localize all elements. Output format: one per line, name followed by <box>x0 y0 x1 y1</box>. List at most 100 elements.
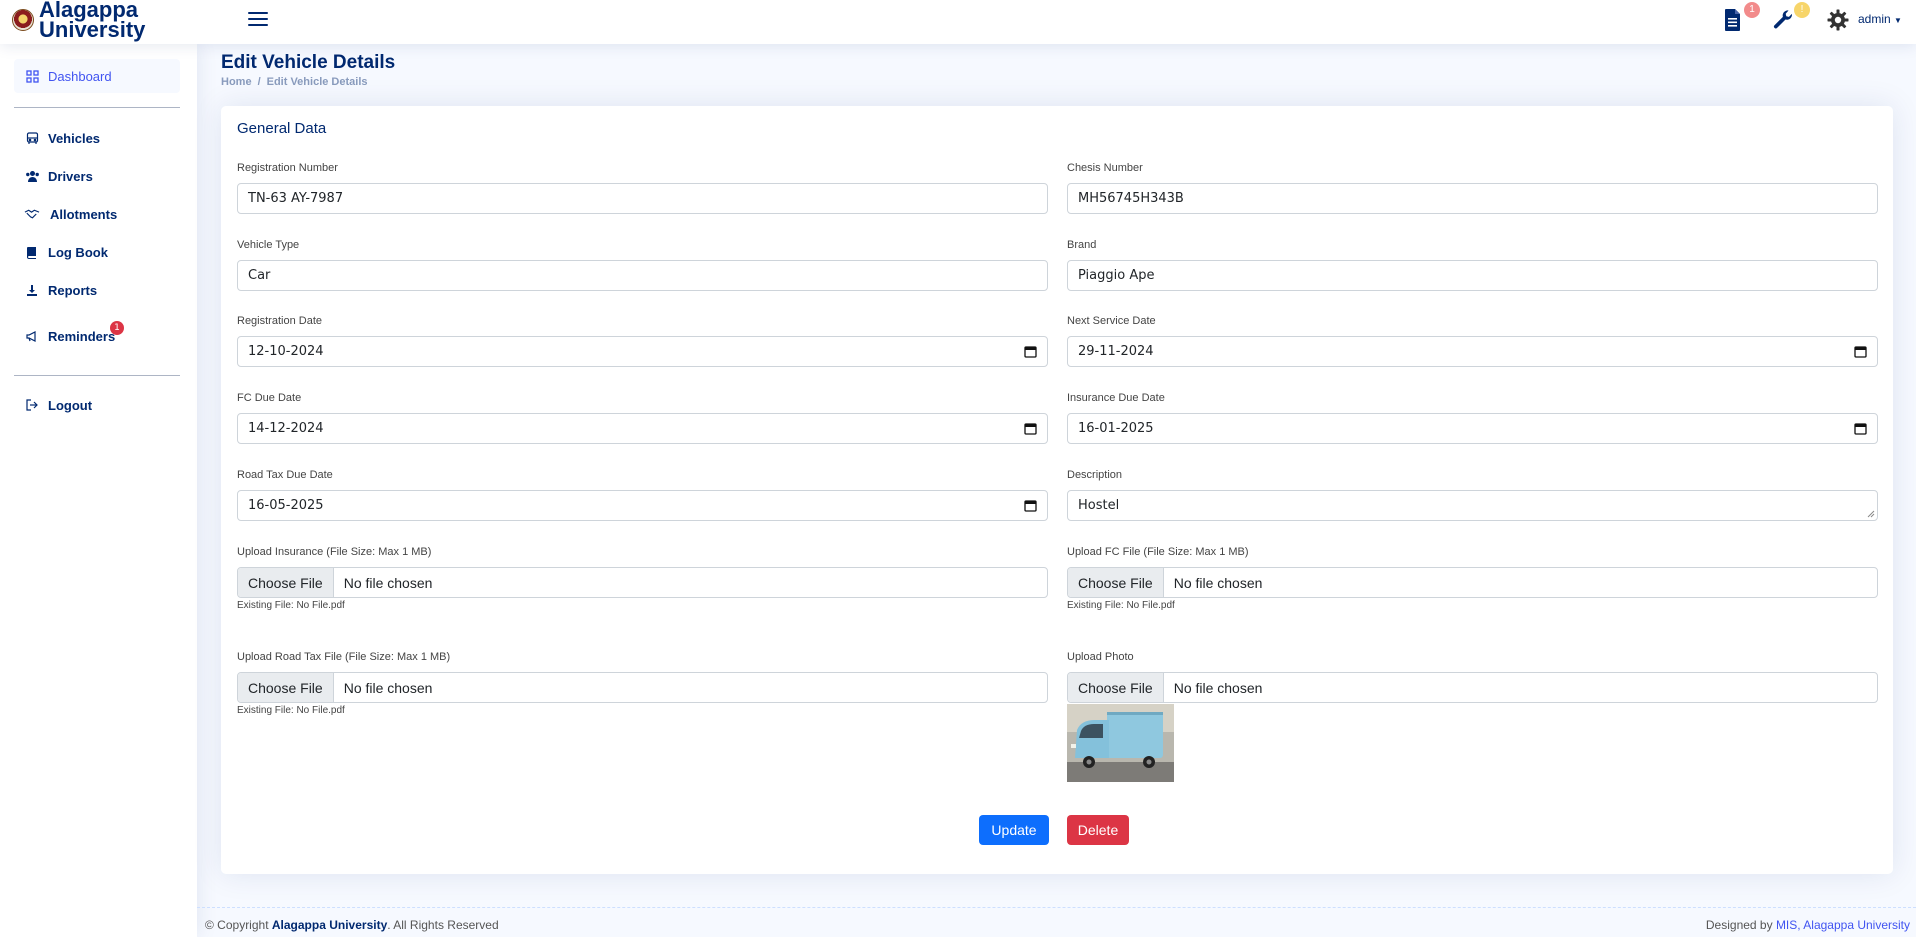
sidebar-divider <box>14 107 180 108</box>
fc-due-date-input[interactable]: 14-12-2024 <box>237 413 1048 444</box>
logout-icon <box>24 399 40 411</box>
sidebar-divider <box>14 375 180 376</box>
vehicle-form-card: General Data Registration Number TN-63 A… <box>221 106 1893 874</box>
upload-photo-file-input[interactable]: Choose File No file chosen <box>1067 672 1878 703</box>
insurance-due-date-value: 16-01-2025 <box>1078 421 1154 436</box>
calendar-icon[interactable] <box>1024 422 1037 435</box>
gear-icon <box>1827 9 1849 31</box>
registration-date-label: Registration Date <box>237 315 322 327</box>
road-tax-due-date-value: 16-05-2025 <box>248 498 324 513</box>
upload-insurance-file-input[interactable]: Choose File No file chosen <box>237 567 1048 598</box>
upload-road-tax-label: Upload Road Tax File (File Size: Max 1 M… <box>237 651 451 663</box>
resize-grip-icon[interactable] <box>1867 510 1875 518</box>
existing-fc-file: Existing File: No File.pdf <box>1067 600 1175 611</box>
insurance-due-date-label: Insurance Due Date <box>1067 392 1165 404</box>
fc-due-date-value: 14-12-2024 <box>248 421 324 436</box>
sidebar-item-label: Log Book <box>48 244 108 260</box>
user-menu-toggle[interactable]: admin ▼ <box>1858 12 1902 26</box>
people-icon <box>24 170 40 183</box>
megaphone-icon <box>24 330 40 343</box>
sidebar-item-logout[interactable]: Logout <box>14 388 180 422</box>
no-file-chosen-text: No file chosen <box>343 574 433 591</box>
designed-by-prefix: Designed by <box>1705 918 1776 932</box>
description-value: Hostel <box>1078 498 1120 513</box>
top-header: Alagappa University 1 ! admin ▼ <box>0 0 1916 44</box>
sidebar-item-reminders[interactable]: Reminders <box>14 319 180 353</box>
hamburger-menu-icon[interactable] <box>246 8 270 30</box>
download-icon <box>24 284 40 297</box>
upload-road-tax-file-input[interactable]: Choose File No file chosen <box>237 672 1048 703</box>
no-file-chosen-text: No file chosen <box>1173 679 1263 696</box>
sidebar-item-label: Reports <box>48 282 98 298</box>
upload-insurance-label: Upload Insurance (File Size: Max 1 MB) <box>237 546 432 558</box>
book-icon <box>24 246 40 259</box>
registration-date-value: 12-10-2024 <box>248 344 324 359</box>
breadcrumb: Home / Edit Vehicle Details <box>221 76 368 88</box>
delete-button[interactable]: Delete <box>1067 815 1129 845</box>
settings-button[interactable] <box>1826 8 1852 34</box>
copyright-org: Alagappa University <box>271 918 388 932</box>
vehicle-type-value: Car <box>248 268 271 283</box>
update-button[interactable]: Update <box>979 815 1049 845</box>
tools-alert-badge: ! <box>1794 2 1810 18</box>
chesis-number-input[interactable]: MH56745H343B <box>1067 183 1878 214</box>
vehicle-type-input[interactable]: Car <box>237 260 1048 291</box>
sidebar: Dashboard Vehicles Drivers Allotments Lo… <box>0 44 197 937</box>
chesis-number-value: MH56745H343B <box>1078 191 1184 206</box>
calendar-icon[interactable] <box>1854 422 1867 435</box>
choose-file-button[interactable]: Choose File <box>1068 673 1164 702</box>
sidebar-item-dashboard[interactable]: Dashboard <box>14 59 180 93</box>
footer: © Copyright Alagappa University. All Rig… <box>197 907 1916 937</box>
sidebar-item-allotments[interactable]: Allotments <box>14 197 180 231</box>
breadcrumb-home-link[interactable]: Home <box>221 76 252 88</box>
logo-line-2: University <box>39 17 146 42</box>
sidebar-item-vehicles[interactable]: Vehicles <box>14 121 180 155</box>
app-logo[interactable]: Alagappa University <box>12 0 146 42</box>
description-textarea[interactable]: Hostel <box>1067 490 1878 521</box>
choose-file-button[interactable]: Choose File <box>1068 568 1164 597</box>
copyright-prefix: © Copyright <box>205 918 272 932</box>
grid-icon <box>24 69 40 83</box>
upload-photo-label: Upload Photo <box>1067 651 1134 663</box>
documents-count-badge: 1 <box>1744 2 1760 18</box>
next-service-date-value: 29-11-2024 <box>1078 344 1154 359</box>
chesis-number-label: Chesis Number <box>1067 162 1143 174</box>
sidebar-item-drivers[interactable]: Drivers <box>14 159 180 193</box>
calendar-icon[interactable] <box>1024 345 1037 358</box>
registration-number-label: Registration Number <box>237 162 338 174</box>
fc-due-date-label: FC Due Date <box>237 392 302 404</box>
registration-number-input[interactable]: TN-63 AY-7987 <box>237 183 1048 214</box>
sidebar-item-log-book[interactable]: Log Book <box>14 235 180 269</box>
tools-notification-button[interactable]: ! <box>1772 2 1810 34</box>
brand-label: Brand <box>1067 239 1097 251</box>
logo-text: Alagappa University <box>39 0 146 42</box>
existing-road-tax-file: Existing File: No File.pdf <box>237 705 345 716</box>
upload-fc-label: Upload FC File (File Size: Max 1 MB) <box>1067 546 1249 558</box>
registration-date-input[interactable]: 12-10-2024 <box>237 336 1048 367</box>
user-name: admin <box>1858 12 1891 26</box>
choose-file-button[interactable]: Choose File <box>238 568 334 597</box>
sidebar-item-label: Drivers <box>48 168 93 184</box>
designed-by-text: Designed by MIS, Alagappa University <box>1706 918 1910 932</box>
section-title: General Data <box>237 120 327 137</box>
sidebar-item-label: Logout <box>48 397 93 413</box>
document-icon <box>1725 9 1740 31</box>
bus-icon <box>24 131 40 145</box>
documents-notification-button[interactable]: 1 <box>1722 2 1760 34</box>
sidebar-item-reports[interactable]: Reports <box>14 273 180 307</box>
brand-input[interactable]: Piaggio Ape <box>1067 260 1878 291</box>
sidebar-item-label: Vehicles <box>48 130 101 146</box>
handshake-icon <box>24 208 40 221</box>
vehicle-photo <box>1067 704 1174 782</box>
upload-fc-file-input[interactable]: Choose File No file chosen <box>1067 567 1878 598</box>
sidebar-item-label: Dashboard <box>48 68 112 84</box>
insurance-due-date-input[interactable]: 16-01-2025 <box>1067 413 1878 444</box>
sidebar-item-label: Reminders <box>48 328 116 344</box>
calendar-icon[interactable] <box>1024 499 1037 512</box>
choose-file-button[interactable]: Choose File <box>238 673 334 702</box>
next-service-date-input[interactable]: 29-11-2024 <box>1067 336 1878 367</box>
designer-link[interactable]: MIS, Alagappa University <box>1776 918 1910 932</box>
reminders-count-badge: 1 <box>110 321 124 335</box>
road-tax-due-date-input[interactable]: 16-05-2025 <box>237 490 1048 521</box>
calendar-icon[interactable] <box>1854 345 1867 358</box>
